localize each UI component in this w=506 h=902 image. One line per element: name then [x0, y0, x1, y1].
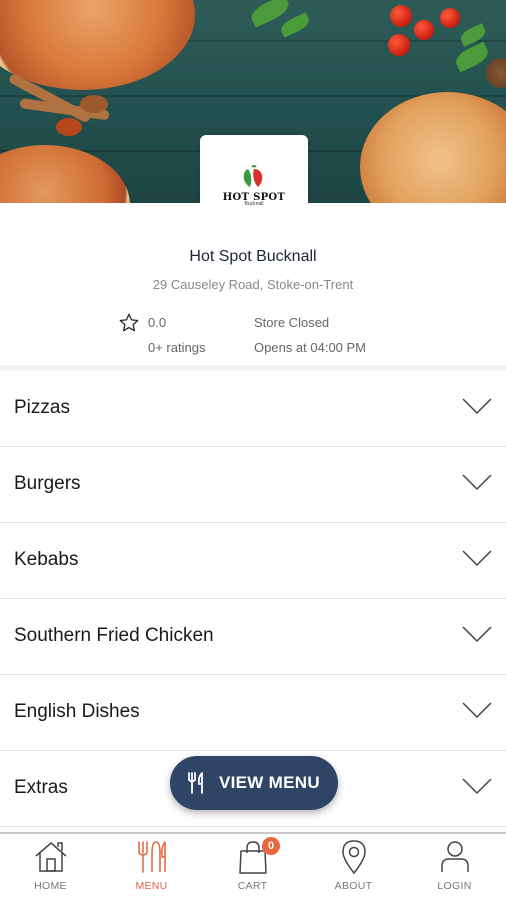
logo-subtext: Bucknall — [244, 201, 264, 207]
spoon-head-image — [56, 118, 82, 136]
pizza-image — [360, 92, 506, 203]
tab-home[interactable]: HOME — [0, 834, 101, 902]
user-icon — [441, 841, 469, 872]
tomato-image — [390, 5, 412, 27]
view-menu-label: VIEW MENU — [219, 773, 320, 792]
chevron-down-icon — [462, 398, 492, 415]
category-row-pizzas[interactable]: Pizzas — [0, 371, 506, 447]
home-icon — [35, 842, 67, 872]
tab-cart[interactable]: 0 CART — [202, 834, 303, 902]
bottom-tab-bar: HOME MENU 0 CART ABOUT LOGIN — [0, 832, 506, 902]
category-row-burgers[interactable]: Burgers — [0, 447, 506, 523]
chevron-down-icon — [462, 550, 492, 567]
herb-image — [452, 41, 492, 73]
category-label: Kebabs — [14, 549, 79, 570]
category-label: Southern Fried Chicken — [14, 625, 214, 646]
rating-value: 0.0 — [148, 315, 167, 330]
chevron-down-icon — [462, 626, 492, 643]
chevron-down-icon — [462, 702, 492, 719]
tab-label: LOGIN — [437, 880, 472, 892]
spice-bowl-image — [486, 58, 506, 88]
store-logo: HOT SPOT Bucknall — [200, 135, 308, 207]
spoon-head-image — [80, 95, 108, 113]
opening-time: Opens at 04:00 PM — [254, 340, 367, 355]
pizza-image — [0, 0, 195, 90]
category-row-kebabs[interactable]: Kebabs — [0, 523, 506, 599]
tomato-image — [388, 34, 410, 56]
ratings-count: 0+ ratings — [148, 340, 206, 355]
view-menu-button[interactable]: VIEW MENU — [170, 756, 338, 810]
category-label: Extras — [14, 777, 68, 798]
category-label: Pizzas — [14, 397, 70, 418]
chevron-down-icon — [462, 778, 492, 795]
tab-label: ABOUT — [334, 880, 373, 892]
star-icon — [119, 313, 139, 332]
pizza-image — [0, 145, 130, 203]
tab-menu[interactable]: MENU — [101, 834, 202, 902]
cart-badge: 0 — [262, 837, 280, 855]
tab-login[interactable]: LOGIN — [404, 834, 505, 902]
tab-label: CART — [237, 880, 268, 892]
tab-label: HOME — [34, 880, 67, 892]
category-row-southern-fried-chicken[interactable]: Southern Fried Chicken — [0, 599, 506, 675]
store-status: Store Closed — [254, 315, 330, 330]
tab-label: MENU — [135, 880, 168, 892]
utensils-icon — [138, 841, 166, 873]
location-pin-icon — [342, 840, 366, 875]
chevron-down-icon — [462, 474, 492, 491]
tomato-image — [440, 8, 460, 28]
store-address: 29 Causeley Road, Stoke-on-Trent — [152, 277, 354, 292]
tab-about[interactable]: ABOUT — [303, 834, 404, 902]
herb-image — [278, 12, 312, 38]
utensils-icon — [188, 772, 203, 794]
store-name: Hot Spot Bucknall — [189, 248, 317, 265]
pepper-logo-icon — [243, 165, 263, 187]
tomato-image — [414, 20, 434, 40]
category-row-english-dishes[interactable]: English Dishes — [0, 675, 506, 751]
category-label: English Dishes — [14, 701, 140, 722]
category-label: Burgers — [14, 473, 81, 494]
